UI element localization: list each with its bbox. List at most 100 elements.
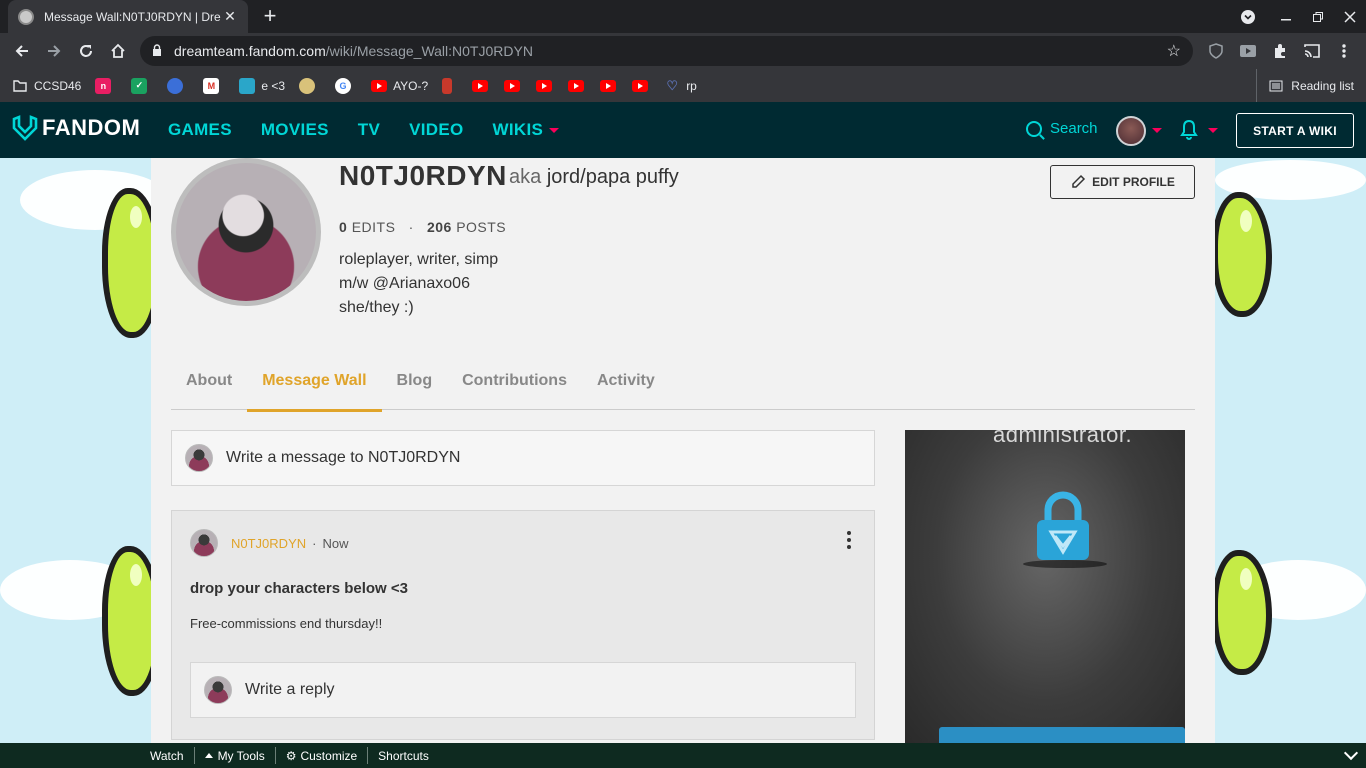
shield-extension-icon[interactable] [1205,40,1227,62]
menu-kebab-icon[interactable] [1333,40,1355,62]
bookmark-label: CCSD46 [34,78,82,93]
post-author[interactable]: N0TJ0RDYN [231,536,306,551]
edit-profile-button[interactable]: EDIT PROFILE [1050,165,1195,199]
bookmark-n[interactable]: n [95,77,117,94]
tab-message-wall[interactable]: Message Wall [247,364,382,412]
aka-label: aka [509,166,542,188]
toolbar-my-tools[interactable]: My Tools [195,747,276,764]
nav-games[interactable]: GAMES [168,120,232,140]
reading-list-icon [1269,80,1283,91]
nav-movies[interactable]: MOVIES [261,120,329,140]
bookmark-face[interactable] [299,77,321,94]
youtube-icon[interactable] [632,79,649,92]
url-path: /wiki/Message_Wall:N0TJ0RDYN [325,43,533,59]
reply-input[interactable]: Write a reply [190,662,856,718]
fandom-heart-icon [12,115,38,141]
nav-tv[interactable]: TV [358,120,380,140]
notifications-bell-icon[interactable] [1180,119,1198,141]
bookmark-ccsd46[interactable]: CCSD46 [12,78,81,94]
tab-blog[interactable]: Blog [382,364,448,410]
padlock-shadow [1023,560,1107,568]
ad-text: administrator. [993,430,1133,447]
pencil-icon [1072,174,1086,188]
youtube-icon[interactable] [472,79,489,92]
bookmark-star-icon[interactable]: ☆ [1167,41,1181,61]
bookmark-google[interactable]: G [335,77,357,94]
profile-bio: roleplayer, writer, simp m/w @Arianaxo06… [339,248,498,320]
address-bar[interactable]: dreamteam.fandom.com/wiki/Message_Wall:N… [140,36,1193,66]
bookmark-e3[interactable]: e <3 [239,77,285,94]
back-icon[interactable] [8,37,36,65]
post-title: drop your characters below <3 [190,580,408,597]
toolbar-shortcuts[interactable]: Shortcuts [368,747,439,764]
ad-banner[interactable]: administrator. [905,430,1185,743]
padlock-icon [1037,491,1089,560]
ad-cta-bar[interactable] [939,727,1185,743]
minimize-icon[interactable] [1268,0,1304,33]
bottom-toolbar: Watch My Tools ⚙ Customize Shortcuts [0,743,1366,768]
post-more-options-icon[interactable] [846,531,852,549]
posts-count: 206 [426,219,452,235]
browser-tab[interactable]: Message Wall:N0TJ0RDYN | Dre ✕ [8,0,248,33]
heart-icon: ♡ [666,77,679,93]
posts-label[interactable]: POSTS [456,219,506,235]
youtube-icon[interactable] [600,79,617,92]
avatar [204,676,232,704]
post-time[interactable]: Now [322,536,348,551]
tab-activity[interactable]: Activity [582,364,670,410]
home-icon[interactable] [104,37,132,65]
fandom-logo-text: FANDOM [42,115,141,140]
bookmark-rp[interactable]: ♡ rp [664,78,697,94]
tab-contributions[interactable]: Contributions [447,364,582,410]
composer-placeholder: Write a message to N0TJ0RDYN [226,449,461,466]
message-composer[interactable]: Write a message to N0TJ0RDYN [171,430,875,486]
bookmark-ayo[interactable]: AYO-? [371,79,428,93]
green-blob-decoration [1212,550,1272,675]
close-tab-icon[interactable]: ✕ [222,8,238,25]
search-button[interactable]: Search [1026,120,1098,137]
user-avatar[interactable] [1116,116,1146,146]
reading-list-button[interactable]: Reading list [1256,69,1354,102]
extensions-puzzle-icon[interactable] [1269,40,1291,62]
profile-tabs: About Message Wall Blog Contributions Ac… [171,364,1195,412]
new-tab-button[interactable]: + [258,4,282,28]
bookmark-popcorn[interactable] [442,77,458,94]
tab-about[interactable]: About [171,364,247,410]
close-window-icon[interactable] [1332,0,1366,33]
profile-stats: 0 EDITS · 206 POSTS [339,219,506,235]
portrait-icon [239,77,256,94]
nav-wikis[interactable]: WIKIS [493,120,560,140]
bookmark-gmail[interactable]: M [203,77,225,94]
fandom-logo[interactable]: FANDOM [12,115,140,141]
toolbar-customize[interactable]: ⚙ Customize [276,747,369,764]
popcorn-icon [442,77,453,94]
media-extension-icon[interactable] [1237,40,1259,62]
browser-tab-strip: Message Wall:N0TJ0RDYN | Dre ✕ + [0,0,1366,33]
edits-label[interactable]: EDITS [352,219,396,235]
bookmark-globe[interactable] [167,77,189,94]
nav-video[interactable]: VIDEO [409,120,463,140]
bookmark-green[interactable]: ✓ [131,77,153,94]
youtube-icon[interactable] [504,79,521,92]
forward-icon[interactable] [40,37,68,65]
n-icon: n [95,77,112,94]
toolbar-watch[interactable]: Watch [140,747,195,764]
collapse-toolbar-icon[interactable] [1343,745,1359,761]
tab-search-icon[interactable] [1230,0,1266,33]
bookmark-label: rp [686,78,697,93]
avatar[interactable] [190,529,218,557]
chevron-down-icon[interactable] [1208,128,1218,133]
post-separator: · [312,535,317,551]
youtube-icon[interactable] [536,79,553,92]
restore-icon[interactable] [1300,0,1336,33]
profile-aka: aka jord/papa puffy [509,166,679,189]
cast-icon[interactable] [1301,40,1323,62]
reload-icon[interactable] [72,37,100,65]
start-a-wiki-button[interactable]: START A WIKI [1236,113,1354,148]
youtube-icon[interactable] [568,79,585,92]
chevron-down-icon [549,128,560,134]
chevron-down-icon[interactable] [1152,128,1162,133]
green-blob-decoration [1212,192,1272,317]
watch-label: Watch [150,748,184,763]
message-post: N0TJ0RDYN · Now drop your characters bel… [171,510,875,740]
